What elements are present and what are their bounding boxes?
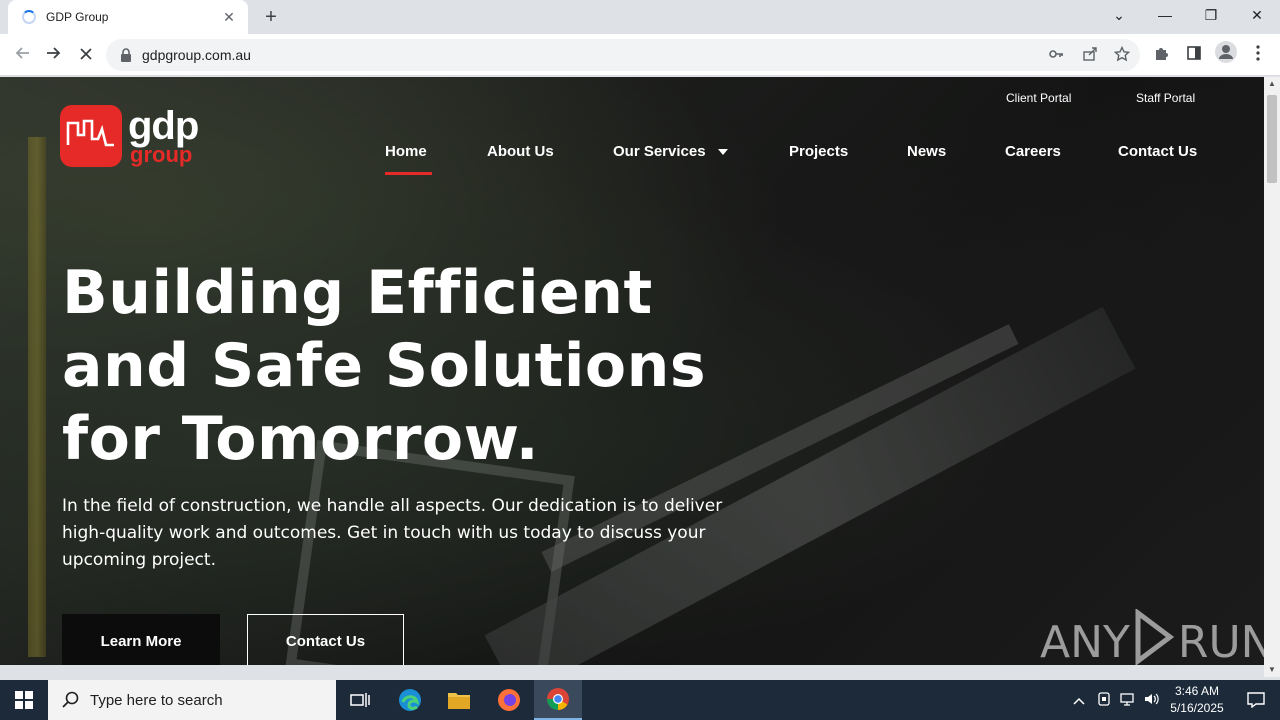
nav-our-services-label: Our Services	[613, 143, 706, 160]
avatar-icon	[1215, 41, 1237, 63]
close-window-button[interactable]: ✕	[1234, 0, 1280, 30]
network-icon[interactable]	[1116, 692, 1140, 709]
hero-description-line: high-quality work and outcomes. Get in t…	[62, 523, 706, 543]
contact-us-button[interactable]: Contact Us	[247, 614, 404, 665]
nav-contact-us[interactable]: Contact Us	[1118, 143, 1197, 160]
edge-browser-icon	[399, 689, 421, 711]
client-portal-link[interactable]: Client Portal	[1006, 91, 1071, 105]
hero-title: Building Efficient and Safe Solutions fo…	[62, 257, 782, 476]
nav-active-indicator	[385, 172, 432, 175]
browser-toolbar: gdpgroup.com.au	[0, 34, 1280, 76]
taskbar-edge[interactable]	[386, 680, 434, 720]
chrome-icon	[547, 688, 569, 710]
tab-title: GDP Group	[46, 10, 109, 24]
scroll-down-icon[interactable]: ▼	[1267, 665, 1277, 675]
puzzle-icon	[1156, 48, 1168, 60]
logo-mark-icon	[60, 105, 122, 167]
url-text: gdpgroup.com.au	[142, 47, 251, 63]
share-icon[interactable]	[1080, 46, 1100, 66]
scroll-up-icon[interactable]: ▲	[1267, 79, 1277, 89]
logo-text-gdp: gdp	[128, 104, 199, 148]
device-icon[interactable]	[1092, 691, 1116, 709]
taskbar-clock[interactable]: 3:46 AM 5/16/2025	[1162, 683, 1232, 717]
taskbar-search-box[interactable]: Type here to search	[48, 680, 336, 720]
kebab-menu-icon	[1256, 45, 1260, 61]
clock-time: 3:46 AM	[1174, 684, 1220, 698]
nav-our-services[interactable]: Our Services	[613, 143, 728, 160]
notifications-button[interactable]	[1232, 680, 1280, 720]
side-panel-icon	[1187, 46, 1201, 60]
windows-taskbar: Type here to search 3:46 AM 5/16/2025	[0, 680, 1280, 720]
chevron-up-icon[interactable]	[1070, 693, 1088, 708]
page-scrollbar[interactable]: ▲ ▼	[1264, 77, 1280, 677]
search-placeholder: Type here to search	[90, 691, 223, 709]
key-icon[interactable]	[1046, 46, 1066, 66]
nav-home[interactable]: Home	[385, 143, 427, 160]
extensions-button[interactable]	[1148, 41, 1176, 69]
watermark-text-left: ANY	[1040, 617, 1130, 665]
address-bar[interactable]: gdpgroup.com.au	[106, 39, 1140, 71]
site-logo[interactable]: gdp group	[60, 104, 199, 167]
close-icon	[80, 48, 92, 60]
hero-title-line: Building Efficient	[62, 258, 653, 328]
play-icon	[1134, 608, 1175, 665]
arrow-left-icon	[15, 47, 29, 59]
taskbar-chrome[interactable]	[534, 680, 582, 720]
restore-button[interactable]: ❐	[1188, 0, 1234, 30]
forward-button[interactable]	[40, 41, 68, 69]
anyrun-watermark: ANY RUN	[1040, 608, 1264, 665]
loading-spinner-icon	[22, 10, 36, 24]
staff-portal-link[interactable]: Staff Portal	[1136, 91, 1195, 105]
logo-text-group: group	[130, 142, 193, 167]
task-view-icon	[350, 693, 370, 707]
nav-projects[interactable]: Projects	[789, 143, 848, 160]
hero-section: gdp group Client Portal Staff Portal Hom…	[0, 77, 1264, 665]
close-tab-icon[interactable]: ✕	[220, 9, 238, 26]
firefox-icon	[498, 689, 520, 711]
hero-title-line: for Tomorrow.	[62, 404, 540, 474]
tab-strip: GDP Group ✕ + ⌄ — ❐ ✕	[0, 0, 1280, 34]
caret-down-icon	[717, 149, 728, 156]
browser-tab-gdp-group[interactable]: GDP Group ✕	[8, 0, 248, 34]
hero-description: In the field of construction, we handle …	[62, 493, 782, 574]
stop-loading-button[interactable]	[72, 41, 100, 69]
arrow-right-icon	[47, 47, 61, 59]
system-tray	[1070, 680, 1164, 720]
side-panel-button[interactable]	[1180, 41, 1208, 69]
folder-icon	[448, 693, 470, 709]
learn-more-button[interactable]: Learn More	[62, 614, 220, 665]
back-button[interactable]	[8, 41, 36, 69]
hero-description-line: In the field of construction, we handle …	[62, 496, 723, 516]
taskbar-file-explorer[interactable]	[435, 680, 483, 720]
star-bookmark-icon[interactable]	[1112, 45, 1132, 66]
taskbar-firefox[interactable]	[485, 680, 533, 720]
lock-icon	[120, 48, 132, 62]
scroll-thumb[interactable]	[1267, 95, 1277, 183]
volume-icon[interactable]	[1140, 692, 1164, 709]
task-view-button[interactable]	[336, 680, 384, 720]
watermark-text-right: RUN	[1177, 617, 1264, 665]
nav-careers[interactable]: Careers	[1005, 143, 1061, 160]
hero-description-line: upcoming project.	[62, 550, 216, 570]
nav-about-us[interactable]: About Us	[487, 143, 554, 160]
minimize-button[interactable]: —	[1142, 0, 1188, 30]
search-icon	[62, 691, 79, 708]
hero-title-line: and Safe Solutions	[62, 331, 707, 401]
clock-date: 5/16/2025	[1170, 701, 1224, 715]
windows-logo-icon	[15, 691, 33, 709]
nav-news[interactable]: News	[907, 143, 946, 160]
profile-button[interactable]	[1212, 41, 1240, 69]
new-tab-button[interactable]: +	[258, 4, 284, 30]
notification-icon	[1247, 692, 1265, 708]
page-viewport: gdp group Client Portal Staff Portal Hom…	[0, 77, 1264, 665]
start-button[interactable]	[0, 680, 48, 720]
tab-search-button[interactable]: ⌄	[1096, 0, 1142, 30]
browser-menu-button[interactable]	[1244, 41, 1272, 69]
